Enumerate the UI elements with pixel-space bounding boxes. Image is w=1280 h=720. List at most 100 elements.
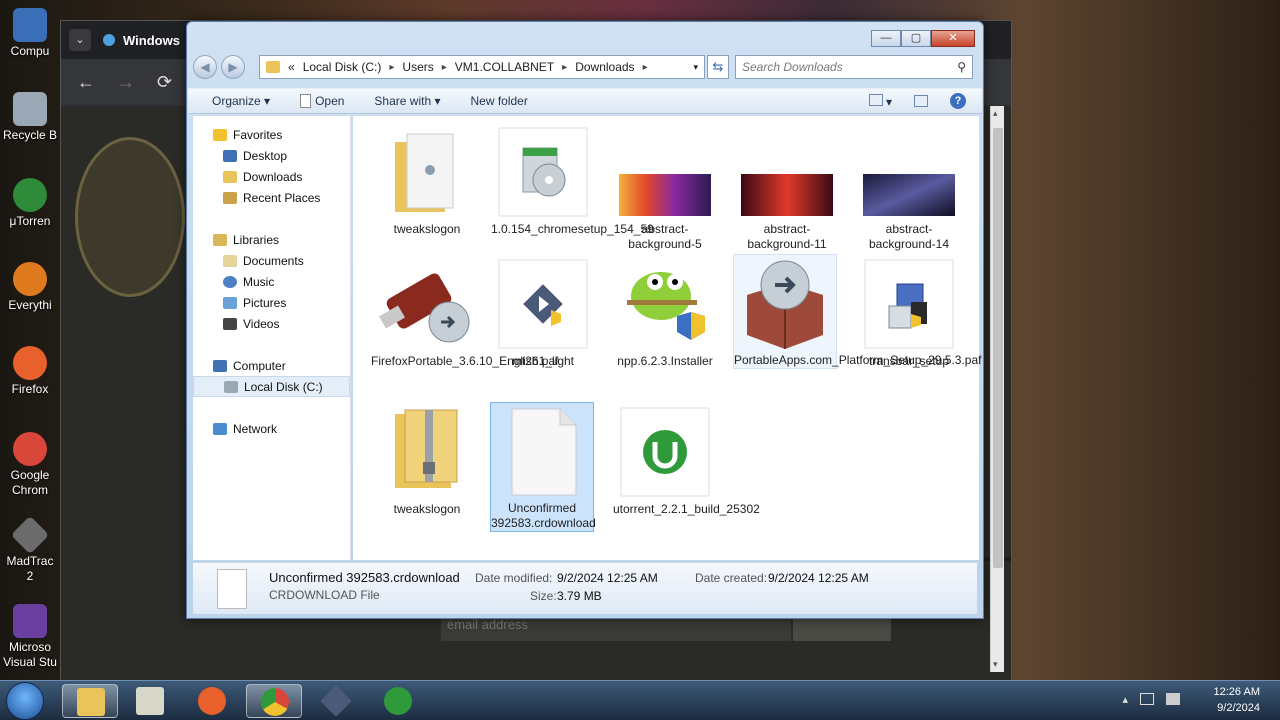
- file-item[interactable]: abstract-background-14: [857, 124, 961, 252]
- notepad-plus-plus-icon: [617, 256, 713, 352]
- file-item[interactable]: tweakslogon: [375, 404, 479, 517]
- file-item[interactable]: npp.6.2.3.Installer: [613, 256, 717, 369]
- nav-recent-places[interactable]: Recent Places: [193, 187, 350, 208]
- size-value: 3.79 MB: [557, 589, 602, 603]
- desktop-icon-firefox[interactable]: Firefox: [0, 346, 60, 397]
- desktop-icon-everything[interactable]: Everythi: [0, 262, 60, 313]
- breadcrumb-downloads[interactable]: Downloads: [575, 60, 634, 74]
- new-folder-button[interactable]: New folder: [470, 94, 527, 108]
- back-button[interactable]: ◀: [193, 55, 217, 79]
- tab-search-button[interactable]: ⌄: [69, 29, 91, 51]
- maximize-button[interactable]: ▢: [901, 30, 931, 47]
- breadcrumb-local-disk[interactable]: Local Disk (C:): [303, 60, 382, 74]
- search-input[interactable]: Search Downloads ⚲: [735, 55, 973, 79]
- utorrent-icon: [384, 687, 412, 715]
- refresh-button[interactable]: ⇆: [707, 55, 729, 79]
- forward-button[interactable]: ▶: [221, 55, 245, 79]
- file-item[interactable]: abstract-background-5: [613, 124, 717, 252]
- date-created-label: Date created:: [695, 571, 768, 585]
- share-with-button[interactable]: Share with ▾: [374, 94, 440, 108]
- taskbar: ▴ 12:26 AM 9/2/2024: [0, 680, 1280, 720]
- taskbar-chrome[interactable]: [246, 684, 302, 718]
- nav-label: Desktop: [243, 148, 288, 163]
- open-button[interactable]: Open: [300, 94, 344, 109]
- desktop-icon-chrome[interactable]: Google Chrom: [0, 432, 60, 498]
- scrollbar-thumb[interactable]: [993, 128, 1003, 568]
- nav-libraries[interactable]: Libraries: [193, 229, 350, 250]
- nav-music[interactable]: Music: [193, 271, 350, 292]
- nav-videos[interactable]: Videos: [193, 313, 350, 334]
- desktop-icon-recycle-bin[interactable]: Recycle B: [0, 92, 60, 143]
- taskbar-explorer[interactable]: [62, 684, 118, 718]
- nav-documents[interactable]: Documents: [193, 250, 350, 271]
- close-button[interactable]: ✕: [931, 30, 975, 47]
- clock[interactable]: 12:26 AM 9/2/2024: [1214, 684, 1260, 716]
- file-item[interactable]: transbar_setup: [857, 256, 961, 369]
- help-button[interactable]: ?: [950, 93, 966, 109]
- preview-pane-button[interactable]: [914, 95, 928, 107]
- breadcrumb-separator[interactable]: ▸: [643, 62, 648, 73]
- volume-muted-icon[interactable]: [1166, 693, 1180, 705]
- breadcrumb-user[interactable]: VM1.COLLABNET: [455, 60, 554, 74]
- taskbar-utorrent[interactable]: [370, 684, 426, 718]
- file-item-selected[interactable]: Unconfirmed 392583.crdownload: [490, 402, 596, 532]
- recent-places-icon: [223, 191, 237, 204]
- address-bar[interactable]: « Local Disk (C:) ▸ Users ▸ VM1.COLLABNE…: [259, 55, 705, 79]
- taskbar-firefox[interactable]: [184, 684, 240, 718]
- nav-favorites[interactable]: Favorites: [193, 124, 350, 145]
- breadcrumb-users[interactable]: Users: [402, 60, 433, 74]
- breadcrumb-separator[interactable]: ▸: [389, 62, 394, 73]
- file-item[interactable]: PortableApps.com_Platform_Setup_29.5.3.p…: [733, 254, 982, 369]
- organize-button[interactable]: Organize ▾: [212, 94, 270, 108]
- breadcrumb-overflow[interactable]: «: [288, 60, 295, 74]
- usb-drive-icon: [378, 256, 475, 352]
- address-history-dropdown[interactable]: ▾: [693, 62, 698, 73]
- desktop-icon-visual-studio[interactable]: Microso Visual Stu: [0, 604, 60, 670]
- tab-favicon-icon: [103, 34, 115, 46]
- file-item[interactable]: 1.0.154_chromesetup_154_59: [491, 124, 654, 237]
- zip-folder-icon: [379, 404, 475, 500]
- details-filetype: CRDOWNLOAD File: [269, 588, 380, 602]
- document-icon: [300, 94, 312, 109]
- file-item[interactable]: FirefoxPortable_3.6.10_English.paf: [371, 256, 559, 369]
- breadcrumb-separator[interactable]: ▸: [562, 62, 567, 73]
- file-item[interactable]: abstract-background-11: [735, 124, 839, 252]
- file-name: abstract-background-5: [628, 222, 702, 251]
- back-button[interactable]: ←: [77, 72, 95, 93]
- scroll-up-arrow[interactable]: ▴: [993, 108, 998, 119]
- nav-local-disk[interactable]: Local Disk (C:): [193, 376, 350, 397]
- forward-button[interactable]: →: [117, 72, 135, 93]
- browser-tab-title: Windows: [123, 32, 180, 48]
- installer-icon: [495, 256, 591, 352]
- show-hidden-icons-button[interactable]: ▴: [1122, 693, 1128, 706]
- desktop-icon-utorrent[interactable]: μTorren: [0, 178, 60, 229]
- breadcrumb-separator[interactable]: ▸: [442, 62, 447, 73]
- file-item[interactable]: tweakslogon: [375, 124, 479, 237]
- file-item[interactable]: utorrent_2.2.1_build_25302: [613, 404, 760, 517]
- folder-icon: [266, 61, 280, 73]
- file-name: FirefoxPortable_3.6.10_English.paf: [371, 354, 559, 368]
- search-icon[interactable]: ⚲: [957, 60, 966, 74]
- nav-desktop[interactable]: Desktop: [193, 145, 350, 166]
- utorrent-icon: [13, 178, 47, 212]
- nav-downloads[interactable]: Downloads: [193, 166, 350, 187]
- nav-label: Libraries: [233, 232, 280, 247]
- change-view-button[interactable]: ▾: [868, 93, 892, 109]
- taskbar-notepad[interactable]: [122, 684, 178, 718]
- desktop-icon-computer[interactable]: Compu: [0, 8, 60, 59]
- desktop-icon-madtracker[interactable]: MadTrac 2: [0, 515, 60, 584]
- minimize-button[interactable]: —: [871, 30, 901, 47]
- network-icon[interactable]: [1140, 693, 1154, 705]
- nav-computer[interactable]: Computer: [193, 355, 350, 376]
- scroll-down-arrow[interactable]: ▾: [993, 659, 998, 670]
- page-scrollbar[interactable]: ▴ ▾: [990, 106, 1004, 672]
- taskbar-installer[interactable]: [308, 684, 364, 718]
- nav-pictures[interactable]: Pictures: [193, 292, 350, 313]
- start-button[interactable]: [6, 682, 44, 720]
- reload-button[interactable]: ⟳: [157, 72, 172, 93]
- file-item[interactable]: mt261_light: [491, 256, 595, 369]
- blank-document-icon: [494, 403, 590, 499]
- browser-tab[interactable]: Windows: [103, 33, 180, 48]
- nav-network[interactable]: Network: [193, 418, 350, 439]
- clock-date: 9/2/2024: [1217, 702, 1260, 714]
